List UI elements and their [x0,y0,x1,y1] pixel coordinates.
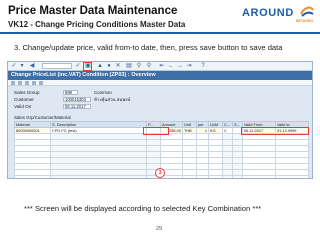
cancel-icon[interactable]: ✕ [114,63,122,70]
empty-cell [222,175,233,178]
next-page-icon[interactable]: → [176,63,184,70]
customer-field[interactable]: 100016303 [63,97,91,102]
step-marker: 3 [155,168,165,178]
empty-cell [50,175,147,178]
title-divider [0,32,320,34]
page-number: 29 [156,226,163,232]
previous-page-icon[interactable]: ← [167,63,175,70]
overview-icon[interactable] [11,81,15,85]
details-icon[interactable] [18,81,22,85]
sales-group-label: Sales Group [14,90,40,95]
exit-icon[interactable]: ● [105,63,113,70]
sap-window: ✓ ▾ ◀ ✓ ▣ ▲ ● ✕ ▤ ⚲ ⚲ ⇤ ← → ⇥ ? Change P… [7,61,313,179]
customer-label: Customer [14,97,34,102]
check-icon[interactable]: ✓ [10,63,18,70]
sales-group-description: Common [94,90,112,95]
empty-cell[interactable] [275,175,309,178]
empty-cell [232,175,243,178]
customer-name: ห้างหุ้นส่วน สมพงษ์ [94,97,131,102]
amount-highlight [143,127,169,135]
note-text: *** Screen will be displayed according t… [24,204,262,213]
standard-toolbar: ✓ ▾ ◀ ✓ ▣ ▲ ● ✕ ▤ ⚲ ⚲ ⇤ ← → ⇥ ? [8,62,312,71]
screen-title: Change PriceList (inc.VAT) Condition (ZP… [8,71,312,80]
back-icon[interactable]: ▲ [96,63,104,70]
valid-on-field[interactable]: 06.11.2017 [63,104,91,109]
application-toolbar [8,80,312,86]
enter-icon[interactable]: ✓ [74,63,82,70]
empty-cell[interactable] [196,175,209,178]
scales-icon[interactable] [25,81,29,85]
back-arrow-icon[interactable]: ◀ [28,63,36,70]
conditions-icon[interactable] [32,81,36,85]
save-button-highlight [83,62,92,71]
find-next-icon[interactable]: ⚲ [145,63,153,70]
company-logo: AROUND BETAGRO [242,5,316,27]
slide-title: Price Master Data Maintenance [8,5,178,17]
empty-cell[interactable] [208,175,223,178]
last-page-icon[interactable]: ⇥ [185,63,193,70]
step-instruction: 3. Change/update price, valid from-to da… [14,43,283,52]
empty-cell[interactable] [182,175,197,178]
help-icon[interactable]: ? [199,63,207,70]
table-caption: Sales Grp/Customer/Material [14,115,71,120]
logo-subtext: BETAGRO [296,19,314,23]
command-field[interactable] [42,63,72,69]
sales-group-field[interactable]: 999 [63,90,78,95]
variants-icon[interactable] [39,81,43,85]
validity-highlight [241,127,309,135]
find-icon[interactable]: ⚲ [135,63,143,70]
logo-swirl-icon [300,6,314,17]
empty-cell[interactable] [14,175,51,178]
first-page-icon[interactable]: ⇤ [158,63,166,70]
print-icon[interactable]: ▤ [125,63,133,70]
slide-subtitle: VK12 - Change Pricing Conditions Master … [8,20,186,29]
dropdown-icon[interactable]: ▾ [18,63,26,70]
logo-text: AROUND [242,7,294,19]
empty-cell[interactable] [242,175,276,178]
valid-on-label: Valid On [14,104,32,109]
